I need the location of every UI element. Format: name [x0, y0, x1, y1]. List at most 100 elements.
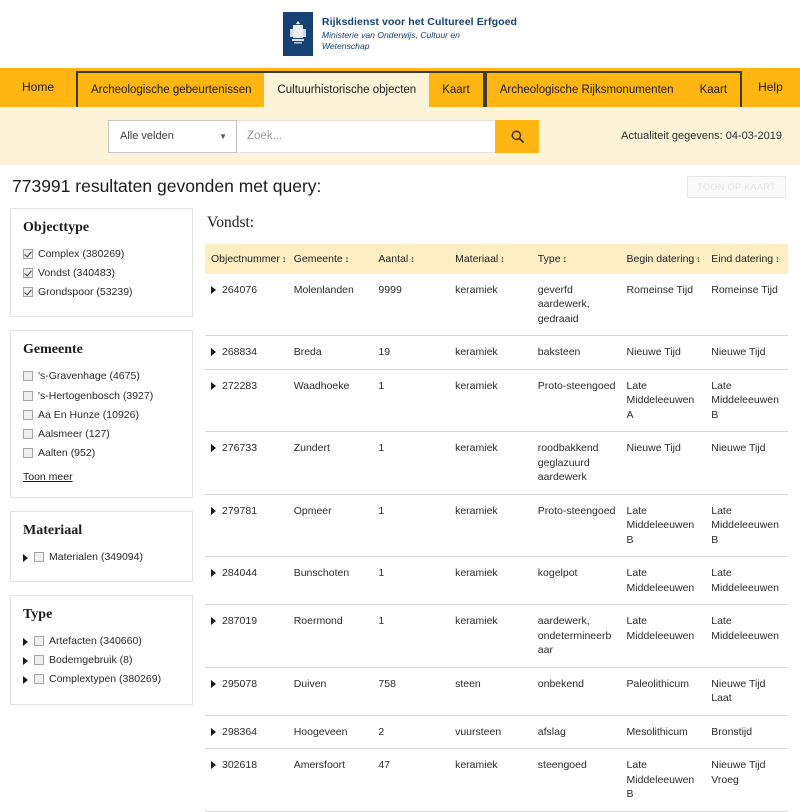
nav-item-home[interactable]: Home [0, 68, 76, 107]
triangle-right-icon[interactable] [23, 554, 28, 562]
sort-updown-icon[interactable]: ↕ [775, 254, 780, 264]
cell-objectnummer: 272283 [205, 369, 288, 433]
facet-option[interactable]: 's-Hertogenbosch (3927) [23, 387, 180, 406]
facet-option[interactable]: Grondspoor (53239) [23, 283, 180, 302]
facet-option[interactable]: Complextypen (380269) [23, 670, 180, 689]
column-header-materiaal[interactable]: Materiaal ↕ [449, 244, 532, 274]
object-number-value: 284044 [222, 567, 258, 580]
facet-checkbox[interactable] [34, 552, 44, 562]
table-row[interactable]: 287019 Roermond 1 keramiek aardewerk, ondete… [205, 604, 788, 668]
facet-option[interactable]: Complex (380269) [23, 245, 180, 264]
object-number-value: 302618 [222, 759, 258, 772]
cell-materiaal: keramiek [449, 274, 532, 337]
facet-option[interactable]: Aalten (952) [23, 444, 180, 463]
facet-checkbox[interactable] [23, 409, 33, 420]
facet-checkbox[interactable] [23, 428, 33, 439]
facet-checkbox[interactable] [23, 390, 33, 401]
facet-checkbox[interactable] [23, 287, 33, 298]
facet-checkbox[interactable] [23, 268, 33, 279]
expand-cell[interactable]: 264076 [211, 283, 284, 297]
facet-option[interactable]: Vondst (340483) [23, 264, 180, 283]
facet-option[interactable]: Materialen (349094) [23, 548, 180, 567]
facet-checkbox[interactable] [34, 636, 44, 647]
column-header-objectnummer[interactable]: Objectnummer ↕ [205, 244, 288, 274]
results-bar: 773991 resultaten gevonden met query: TO… [0, 165, 800, 208]
table-row[interactable]: 295078 Duiven 758 steen onbekend Paleolithicu… [205, 667, 788, 716]
table-row[interactable]: 298364 Hoogeveen 2 vuursteen afslag Mesolithi… [205, 715, 788, 750]
facet-show-more-link[interactable]: Toon meer [23, 471, 73, 483]
triangle-right-icon[interactable] [23, 657, 28, 666]
column-header-aantal[interactable]: Aantal ↕ [372, 244, 450, 274]
triangle-right-icon[interactable] [211, 348, 216, 357]
expand-cell[interactable]: 276733 [211, 441, 284, 455]
cell-aantal: 1 [372, 494, 450, 558]
nav-tab-kaart[interactable]: Kaart [429, 73, 483, 107]
facet-checkbox[interactable] [34, 674, 44, 685]
nav-tab-archeologische-rijksmonumenten[interactable]: Archeologische Rijksmonumenten [487, 73, 687, 107]
nav-tab-cultuurhistorische-objecten[interactable]: Cultuurhistorische objecten [264, 73, 430, 107]
search-button[interactable] [495, 119, 539, 153]
expand-cell[interactable]: 272283 [211, 379, 284, 393]
cell-materiaal: keramiek [449, 369, 532, 433]
column-header-type[interactable]: Type ↕ [531, 244, 621, 274]
table-row[interactable]: 268834 Breda 19 keramiek baksteen Nieuwe Tijd… [205, 335, 788, 370]
triangle-right-icon[interactable] [23, 638, 28, 647]
table-row[interactable]: 276733 Zundert 1 keramiek roodbakkend geglaz… [205, 431, 788, 495]
expand-cell[interactable]: 298364 [211, 725, 284, 739]
expand-cell[interactable]: 268834 [211, 345, 284, 359]
expand-cell[interactable]: 295078 [211, 677, 284, 691]
sort-updown-icon[interactable]: ↕ [563, 254, 568, 264]
table-row[interactable]: 284044 Bunschoten 1 keramiek kogelpot Late Mi… [205, 556, 788, 606]
triangle-right-icon[interactable] [23, 676, 28, 685]
triangle-right-icon[interactable] [211, 761, 216, 770]
cell-objectnummer: 276733 [205, 431, 288, 495]
facet-checkbox[interactable] [23, 371, 33, 382]
expand-cell[interactable]: 279781 [211, 504, 284, 518]
facet-checkbox[interactable] [34, 655, 44, 666]
cell-aantal: 1 [372, 556, 450, 606]
expand-cell[interactable]: 284044 [211, 566, 284, 580]
object-number-value: 268834 [222, 346, 258, 359]
triangle-right-icon[interactable] [211, 727, 216, 736]
triangle-right-icon[interactable] [211, 617, 216, 626]
show-on-map-button[interactable]: TOON OP KAART [687, 175, 786, 198]
facet-option[interactable]: Aalsmeer (127) [23, 425, 180, 444]
nav-tab-kaart[interactable]: Kaart [687, 73, 741, 107]
table-row[interactable]: 302618 Amersfoort 47 keramiek steengoed Late … [205, 748, 788, 812]
triangle-right-icon[interactable] [211, 679, 216, 688]
facet-gemeente: Gemeente 's-Gravenhage (4675) 's-Hertogenb… [10, 330, 193, 498]
triangle-right-icon[interactable] [211, 569, 216, 578]
sort-updown-icon[interactable]: ↕ [500, 254, 505, 264]
sort-updown-icon[interactable]: ↕ [696, 254, 701, 264]
column-header-begin-datering[interactable]: Begin datering ↕ [620, 244, 706, 274]
facet-option[interactable]: Bodemgebruik (8) [23, 651, 180, 670]
facet-checkbox[interactable] [23, 249, 33, 259]
sort-updown-icon[interactable]: ↕ [282, 254, 287, 264]
triangle-right-icon[interactable] [211, 506, 216, 515]
expand-cell[interactable]: 287019 [211, 614, 284, 628]
nav-item-help[interactable]: Help [742, 68, 799, 107]
sort-updown-icon[interactable]: ↕ [410, 254, 415, 264]
triangle-right-icon[interactable] [211, 444, 216, 453]
column-header-eind-datering[interactable]: Eind datering ↕ [705, 244, 788, 274]
sort-updown-icon[interactable]: ↕ [345, 254, 350, 264]
cell-aantal: 47 [372, 748, 450, 812]
cell-materiaal: keramiek [449, 556, 532, 606]
table-row[interactable]: 279781 Opmeer 1 keramiek Proto-steengoed Late… [205, 494, 788, 558]
table-row[interactable]: 264076 Molenlanden 9999 keramiek geverfd aar… [205, 274, 788, 337]
expand-cell[interactable]: 302618 [211, 758, 284, 772]
chevron-down-icon: ▼ [219, 131, 227, 141]
nav-tab-archeologische-gebeurtenissen[interactable]: Archeologische gebeurtenissen [78, 73, 264, 107]
triangle-right-icon[interactable] [211, 286, 216, 294]
facet-option[interactable]: 's-Gravenhage (4675) [23, 367, 180, 386]
facet-option[interactable]: Aa En Hunze (10926) [23, 406, 180, 425]
search-field-selector[interactable]: Alle velden ▼ [108, 119, 237, 153]
triangle-right-icon[interactable] [211, 381, 216, 390]
cell-begin-datering: Late Middeleeuwen B [620, 494, 706, 558]
facet-option[interactable]: Artefacten (340660) [23, 632, 180, 651]
facet-checkbox[interactable] [23, 447, 33, 458]
column-header-gemeente[interactable]: Gemeente ↕ [287, 244, 373, 274]
table-row[interactable]: 272283 Waadhoeke 1 keramiek Proto-steengoed L… [205, 369, 788, 433]
object-number-value: 276733 [222, 442, 258, 455]
search-input[interactable] [237, 119, 495, 153]
